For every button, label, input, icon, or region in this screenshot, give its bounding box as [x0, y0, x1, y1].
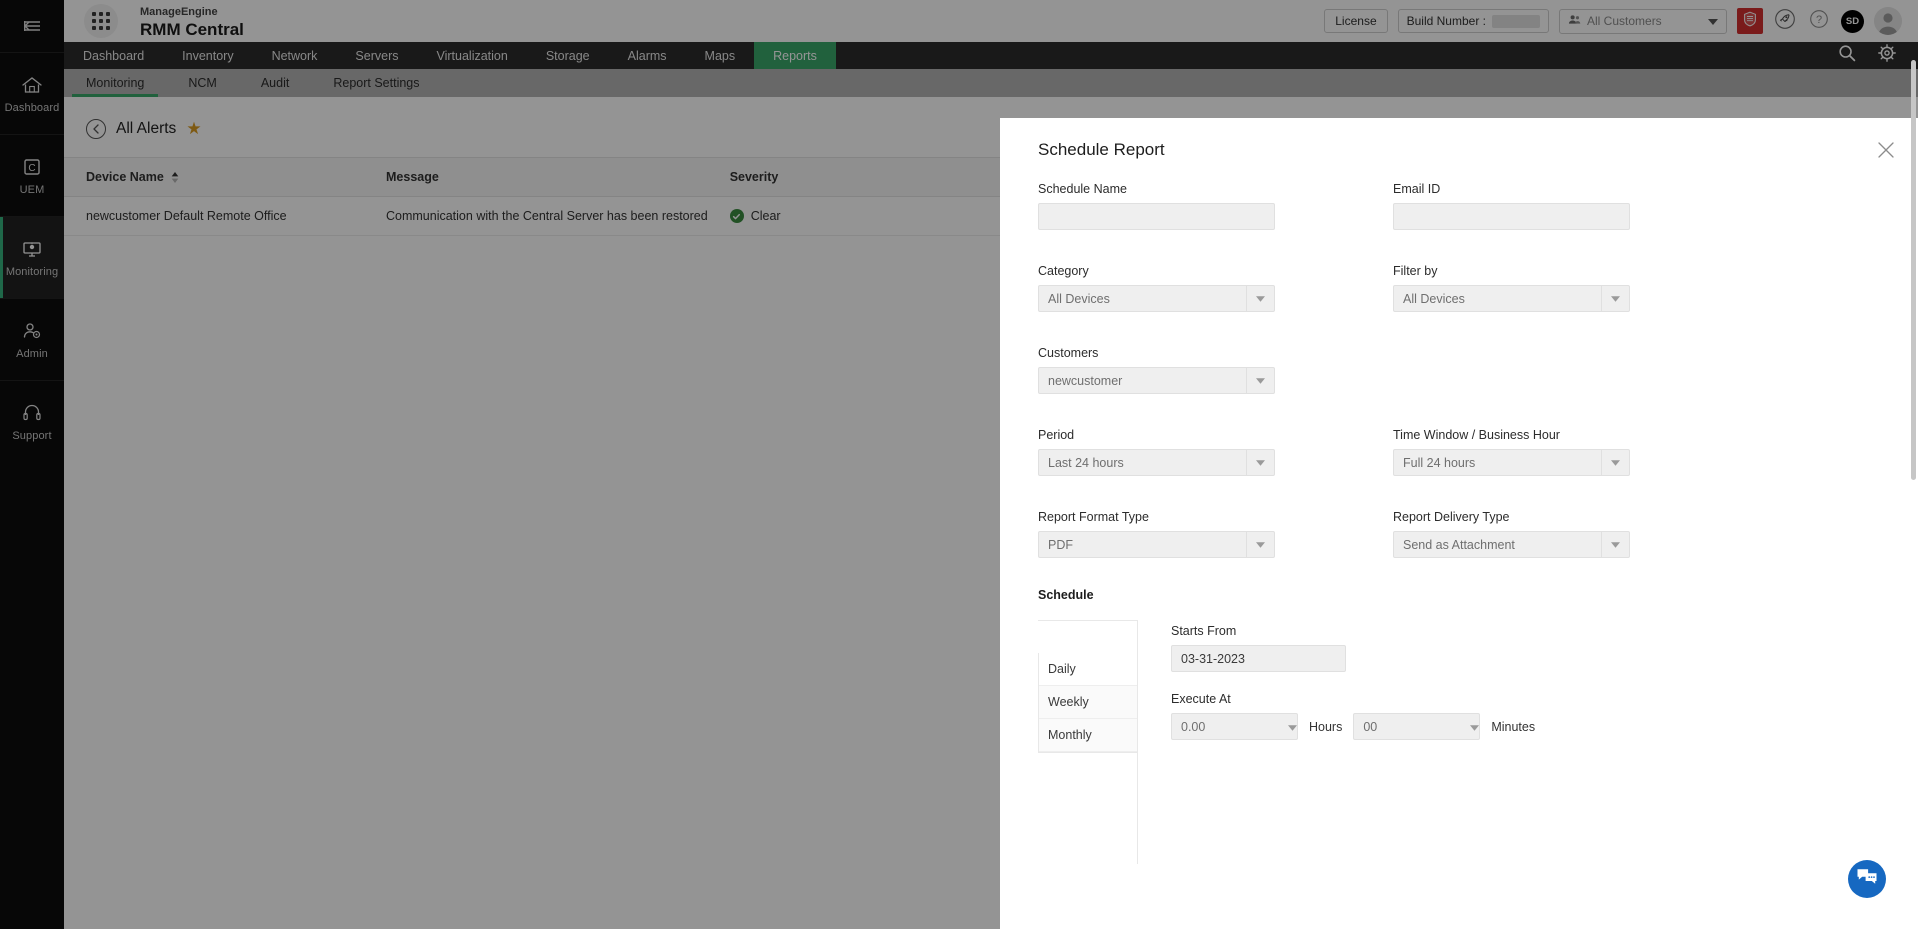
- hours-unit-label: Hours: [1309, 719, 1343, 734]
- field-filter-by: Filter by All Devices: [1393, 264, 1648, 312]
- filter-by-value: All Devices: [1403, 291, 1465, 306]
- report-delivery-select[interactable]: Send as Attachment: [1393, 531, 1630, 558]
- field-customers: Customers newcustomer: [1038, 346, 1293, 394]
- customers-select[interactable]: newcustomer: [1038, 367, 1275, 394]
- email-field[interactable]: [1393, 203, 1630, 230]
- label-period: Period: [1038, 428, 1075, 442]
- chevron-down-icon: [1470, 718, 1480, 736]
- customers-value: newcustomer: [1048, 373, 1123, 388]
- label-email-id: Email ID: [1393, 182, 1441, 196]
- time-window-value: Full 24 hours: [1403, 455, 1476, 470]
- chevron-down-icon: [1601, 532, 1629, 557]
- execute-at-row: 0.00 Hours 00 Minutes: [1171, 713, 1546, 740]
- tab-daily[interactable]: Daily: [1039, 653, 1137, 686]
- tab-weekly[interactable]: Weekly: [1039, 686, 1137, 719]
- minutes-unit-label: Minutes: [1491, 719, 1536, 734]
- label-report-format: Report Format Type: [1038, 510, 1149, 524]
- chevron-down-icon: [1601, 286, 1629, 311]
- schedule-report-dialog: Schedule Report Schedule Name Email ID C…: [1000, 118, 1918, 929]
- category-select[interactable]: All Devices: [1038, 285, 1275, 312]
- label-filter-by: Filter by: [1393, 264, 1438, 278]
- chevron-down-icon: [1601, 450, 1629, 475]
- chevron-down-icon: [1288, 718, 1297, 736]
- label-category: Category: [1038, 264, 1089, 278]
- tabs-top-spacer: [1038, 620, 1138, 653]
- label-execute-at: Execute At: [1171, 692, 1231, 706]
- chevron-down-icon: [1246, 450, 1274, 475]
- schedule-report-form: Schedule Name Email ID Category All Devi…: [1000, 160, 1918, 558]
- period-value: Last 24 hours: [1048, 455, 1124, 470]
- label-time-window: Time Window / Business Hour: [1393, 428, 1560, 442]
- label-customers: Customers: [1038, 346, 1099, 360]
- dialog-title: Schedule Report: [1038, 140, 1165, 159]
- form-row-period-timewindow: Period Last 24 hours Time Window / Busin…: [1038, 428, 1880, 476]
- report-format-select[interactable]: PDF: [1038, 531, 1275, 558]
- field-email-id: Email ID: [1393, 182, 1648, 230]
- label-starts-from: Starts From: [1171, 624, 1237, 638]
- schedule-details: Starts From 03-31-2023 Execute At 0.00 H…: [1171, 620, 1546, 864]
- field-report-delivery: Report Delivery Type Send as Attachment: [1393, 510, 1648, 558]
- chevron-down-icon: [1246, 368, 1274, 393]
- field-report-format: Report Format Type PDF: [1038, 510, 1293, 558]
- filter-by-select[interactable]: All Devices: [1393, 285, 1630, 312]
- schedule-section-heading: Schedule: [1038, 588, 1094, 602]
- chat-support-button[interactable]: [1848, 860, 1886, 898]
- chevron-down-icon: [1246, 532, 1274, 557]
- modal-scrollbar[interactable]: [1911, 60, 1916, 480]
- execute-minutes-select[interactable]: 00: [1353, 713, 1481, 740]
- period-select[interactable]: Last 24 hours: [1038, 449, 1275, 476]
- tab-monthly[interactable]: Monthly: [1039, 719, 1137, 752]
- chevron-down-icon: [1246, 286, 1274, 311]
- report-format-value: PDF: [1048, 537, 1073, 552]
- time-window-select[interactable]: Full 24 hours: [1393, 449, 1630, 476]
- report-delivery-value: Send as Attachment: [1403, 537, 1515, 552]
- field-time-window: Time Window / Business Hour Full 24 hour…: [1393, 428, 1648, 476]
- field-period: Period Last 24 hours: [1038, 428, 1293, 476]
- form-row-category-filter: Category All Devices Filter by All Devic…: [1038, 264, 1880, 312]
- schedule-section: Daily Weekly Monthly Starts From 03-31-2…: [1000, 602, 1918, 864]
- label-report-delivery: Report Delivery Type: [1393, 510, 1510, 524]
- form-row-format-delivery: Report Format Type PDF Report Delivery T…: [1038, 510, 1880, 558]
- schedule-name-input[interactable]: [1038, 203, 1275, 230]
- chat-bubbles-icon: [1856, 867, 1878, 892]
- close-icon[interactable]: [1876, 140, 1896, 160]
- starts-from-date-input[interactable]: 03-31-2023: [1171, 645, 1346, 672]
- label-schedule-name: Schedule Name: [1038, 182, 1127, 196]
- tabs-bottom-spacer: [1038, 753, 1138, 864]
- application-root: Dashboard C UEM Monitoring Admin Support…: [0, 0, 1918, 929]
- category-value: All Devices: [1048, 291, 1110, 306]
- form-row-customers: Customers newcustomer: [1038, 346, 1880, 394]
- execute-minutes-value: 00: [1363, 719, 1378, 734]
- field-category: Category All Devices: [1038, 264, 1293, 312]
- execute-hours-select[interactable]: 0.00: [1171, 713, 1298, 740]
- field-schedule-name: Schedule Name: [1038, 182, 1293, 230]
- execute-hours-value: 0.00: [1181, 719, 1206, 734]
- schedule-frequency-tabs: Daily Weekly Monthly: [1038, 620, 1138, 864]
- form-row-name-email: Schedule Name Email ID: [1038, 182, 1880, 230]
